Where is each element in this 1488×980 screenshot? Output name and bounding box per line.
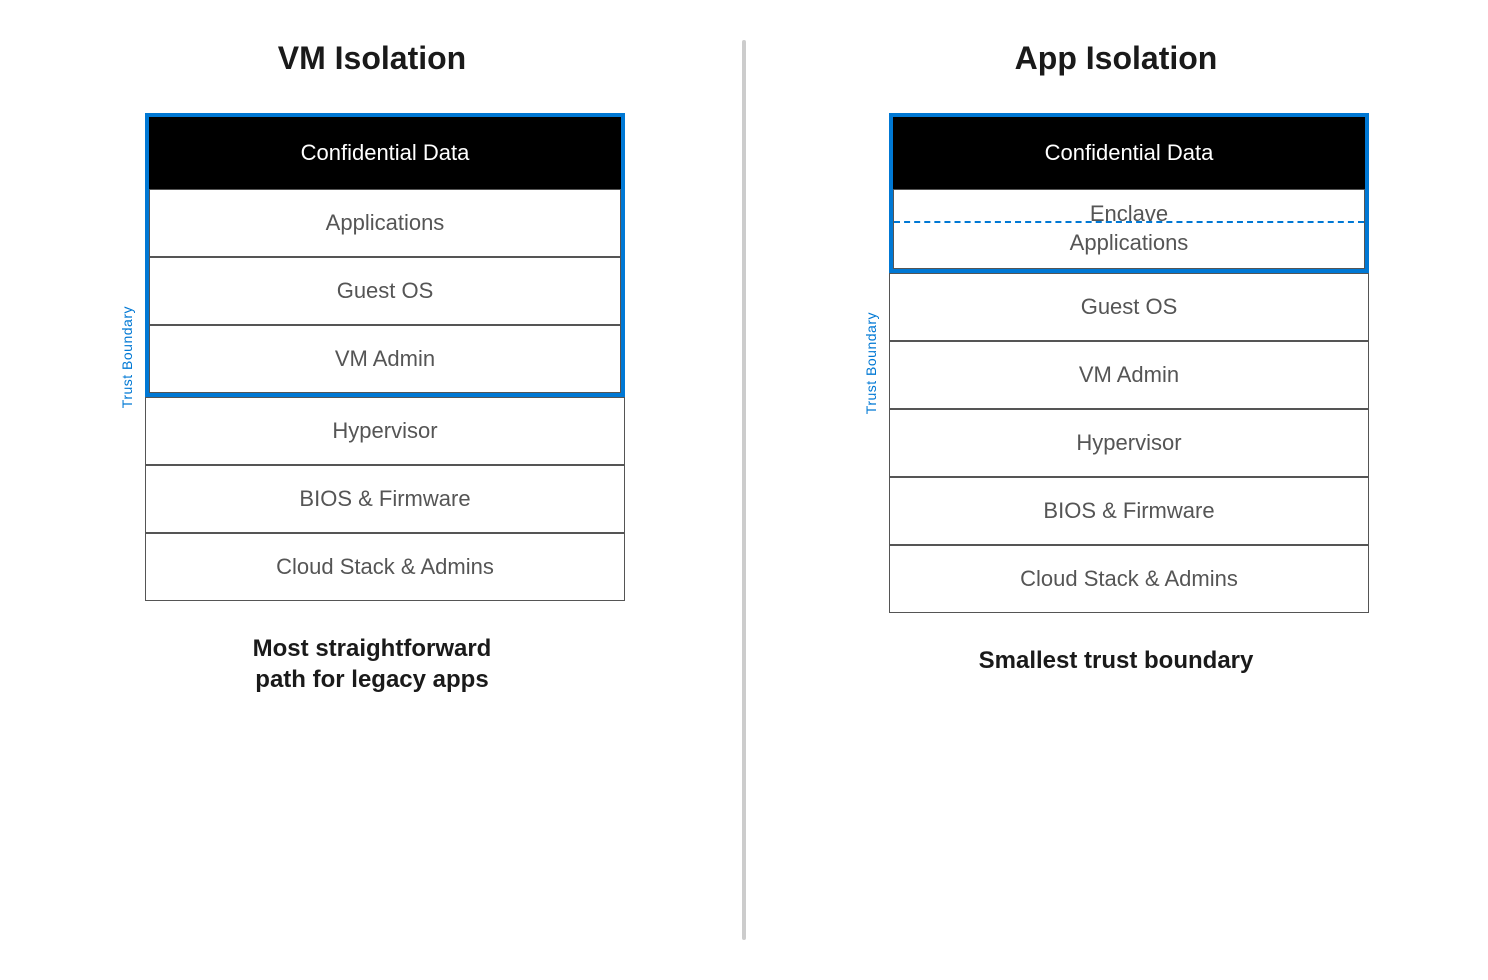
app-confidential-text: Confidential Data [1045, 140, 1214, 166]
app-enclave-apps-text: EnclaveApplications [1070, 200, 1189, 257]
app-enclave-wrapper: Confidential Data EnclaveApplications [889, 113, 1369, 273]
app-trust-box: Confidential Data EnclaveApplications [889, 113, 1369, 273]
vm-bios-text: BIOS & Firmware [299, 486, 470, 512]
app-hypervisor-layer: Hypervisor [889, 409, 1369, 477]
vm-hypervisor-text: Hypervisor [332, 418, 437, 444]
vm-caption: Most straightforward path for legacy app… [253, 633, 492, 695]
vm-confidential-layer: Confidential Data [149, 117, 621, 189]
vm-confidential-text: Confidential Data [301, 140, 470, 166]
vm-outside-layers: Hypervisor BIOS & Firmware Cloud Stack &… [145, 397, 625, 601]
vm-cloudstack-text: Cloud Stack & Admins [276, 554, 494, 580]
app-caption: Smallest trust boundary [979, 645, 1254, 676]
app-bios-layer: BIOS & Firmware [889, 477, 1369, 545]
app-enclave-apps-layer: EnclaveApplications [893, 189, 1365, 269]
enclave-dashed-line [894, 221, 1364, 223]
app-bios-text: BIOS & Firmware [1043, 498, 1214, 524]
vm-guestos-text: Guest OS [337, 278, 434, 304]
vm-isolation-title: VM Isolation [278, 40, 466, 77]
vm-diagram-area: Trust Boundary Confidential Data Applica… [20, 113, 724, 601]
vm-bios-layer: BIOS & Firmware [145, 465, 625, 533]
vm-trust-boundary-label: Trust Boundary [119, 306, 135, 408]
vm-hypervisor-layer: Hypervisor [145, 397, 625, 465]
vm-vmadmin-layer: VM Admin [149, 325, 621, 393]
app-vmadmin-text: VM Admin [1079, 362, 1179, 388]
vm-applications-text: Applications [326, 210, 445, 236]
vm-stack: Confidential Data Applications Guest OS … [145, 113, 625, 601]
app-hypervisor-text: Hypervisor [1076, 430, 1181, 456]
app-guestos-text: Guest OS [1081, 294, 1178, 320]
app-isolation-title: App Isolation [1015, 40, 1218, 77]
app-confidential-layer: Confidential Data [893, 117, 1365, 189]
app-cloudstack-layer: Cloud Stack & Admins [889, 545, 1369, 613]
vm-cloudstack-layer: Cloud Stack & Admins [145, 533, 625, 601]
app-cloudstack-text: Cloud Stack & Admins [1020, 566, 1238, 592]
vm-trust-box: Confidential Data Applications Guest OS … [145, 113, 625, 397]
app-trust-boundary-label: Trust Boundary [863, 312, 879, 414]
page-container: VM Isolation Trust Boundary Confidential… [0, 0, 1488, 980]
app-isolation-panel: App Isolation Trust Boundary Confidentia… [744, 0, 1488, 980]
app-stack: Confidential Data EnclaveApplications Gu… [889, 113, 1369, 613]
vm-applications-layer: Applications [149, 189, 621, 257]
vm-guestos-layer: Guest OS [149, 257, 621, 325]
vm-vmadmin-text: VM Admin [335, 346, 435, 372]
app-diagram-area: Trust Boundary Confidential Data Enclave… [764, 113, 1468, 613]
app-guestos-layer: Guest OS [889, 273, 1369, 341]
app-outside-layers: Guest OS VM Admin Hypervisor BIOS & Firm… [889, 273, 1369, 613]
app-vmadmin-layer: VM Admin [889, 341, 1369, 409]
vm-isolation-panel: VM Isolation Trust Boundary Confidential… [0, 0, 744, 980]
